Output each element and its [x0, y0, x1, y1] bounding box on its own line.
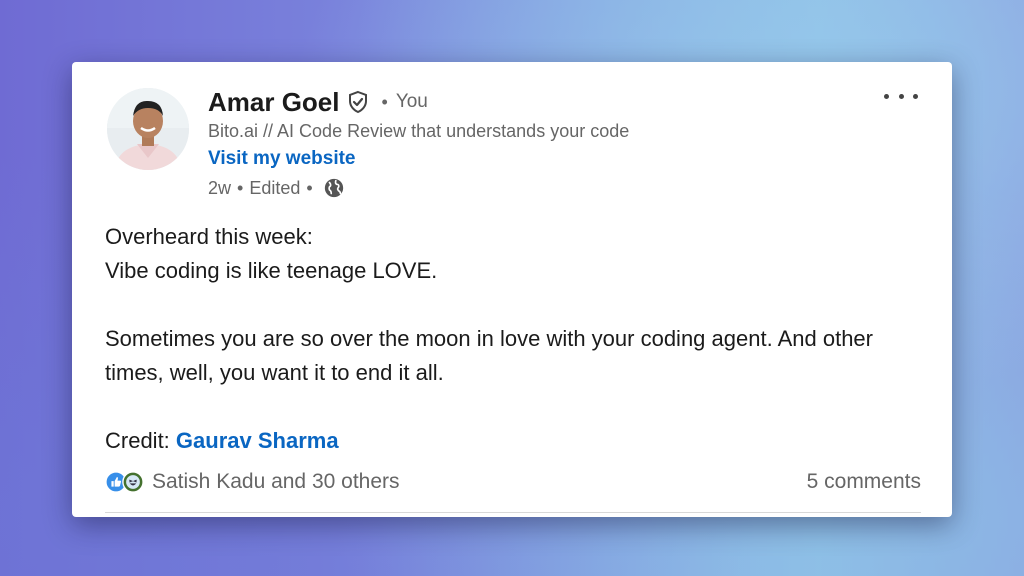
- verified-shield-icon: [348, 90, 367, 114]
- credit-label: Credit:: [105, 428, 170, 453]
- post-paragraph-2: Sometimes you are so over the moon in lo…: [105, 326, 873, 385]
- author-name-row: Amar Goel • You: [208, 86, 428, 118]
- post-line-2: Vibe coding is like teenage LOVE.: [105, 258, 438, 283]
- credit-mention-link[interactable]: Gaurav Sharma: [176, 428, 339, 453]
- reaction-icons: [105, 471, 144, 493]
- post-age: 2w: [208, 177, 232, 198]
- reactors-text: Satish Kadu and 30 others: [152, 470, 400, 493]
- post-meta: 2w • Edited •: [208, 177, 345, 199]
- separator-dot: •: [381, 91, 388, 112]
- funny-icon: [122, 471, 144, 493]
- divider: [105, 512, 921, 513]
- separator-dot: •: [306, 177, 313, 198]
- author-avatar[interactable]: [107, 88, 189, 170]
- post-card: Amar Goel • You Bito.ai // AI Code Revie…: [72, 62, 952, 517]
- post-line-1: Overheard this week:: [105, 224, 313, 249]
- credit-line: Credit: Gaurav Sharma: [105, 424, 925, 458]
- separator-dot: •: [237, 177, 244, 198]
- more-options-button[interactable]: [884, 84, 918, 108]
- visit-website-link[interactable]: Visit my website: [208, 148, 356, 170]
- author-name[interactable]: Amar Goel: [208, 87, 340, 118]
- edited-label: Edited: [249, 177, 301, 198]
- comments-count-link[interactable]: 5 comments: [807, 470, 921, 494]
- author-headline: Bito.ai // AI Code Review that understan…: [208, 121, 630, 141]
- social-counts-row: Satish Kadu and 30 others 5 comments: [105, 470, 921, 494]
- reactions-summary[interactable]: Satish Kadu and 30 others: [105, 470, 400, 494]
- post-body: Overheard this week: Vibe coding is like…: [105, 220, 925, 458]
- more-dot: [898, 93, 904, 99]
- author-relation: You: [395, 91, 428, 112]
- more-dot: [913, 93, 918, 99]
- more-dot: [884, 93, 889, 99]
- avatar-photo: [107, 88, 189, 170]
- globe-icon[interactable]: [323, 177, 345, 199]
